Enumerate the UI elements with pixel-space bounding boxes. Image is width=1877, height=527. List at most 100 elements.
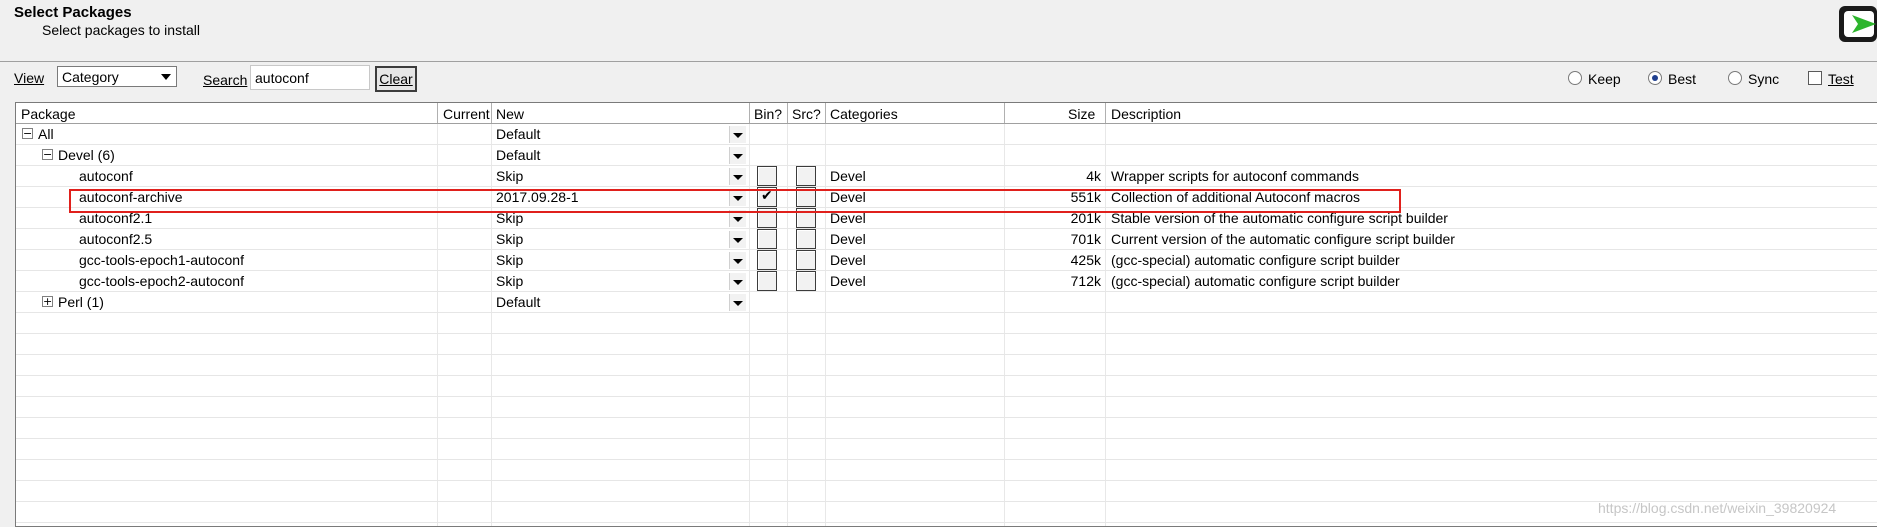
package-size: 712k bbox=[1070, 273, 1101, 289]
package-size: 4k bbox=[1086, 168, 1101, 184]
chevron-down-icon[interactable] bbox=[729, 147, 746, 164]
package-row[interactable]: gcc-tools-epoch2-autoconf Skip Devel 712… bbox=[16, 271, 1877, 292]
package-size: 425k bbox=[1070, 252, 1101, 268]
package-name: gcc-tools-epoch2-autoconf bbox=[79, 273, 244, 289]
column-header-new[interactable]: New bbox=[496, 106, 524, 122]
page-title: Select Packages bbox=[14, 4, 132, 21]
new-version-select[interactable]: Skip bbox=[496, 210, 523, 226]
chevron-down-icon[interactable] bbox=[729, 273, 746, 290]
column-header-current[interactable]: Current bbox=[443, 106, 490, 122]
header-banner: Select Packages Select packages to insta… bbox=[0, 0, 1877, 62]
package-grid: Package Current New Bin? Src? Categories… bbox=[15, 102, 1877, 527]
bin-checkbox[interactable] bbox=[757, 271, 777, 291]
package-row[interactable]: autoconf2.1 Skip Devel 201k Stable versi… bbox=[16, 208, 1877, 229]
package-category: Devel bbox=[830, 210, 866, 226]
src-checkbox[interactable] bbox=[796, 229, 816, 249]
clear-button[interactable]: Clear bbox=[375, 66, 417, 92]
src-checkbox[interactable] bbox=[796, 166, 816, 186]
empty-row bbox=[16, 355, 1877, 376]
src-checkbox[interactable] bbox=[796, 208, 816, 228]
bin-checkbox[interactable] bbox=[757, 250, 777, 270]
column-header-row: Package Current New Bin? Src? Categories… bbox=[16, 103, 1877, 124]
column-header-src[interactable]: Src? bbox=[792, 106, 821, 122]
chevron-down-icon[interactable] bbox=[729, 168, 746, 185]
page-subtitle: Select packages to install bbox=[42, 22, 200, 38]
view-select[interactable]: Category bbox=[57, 66, 177, 87]
new-version-select[interactable]: Default bbox=[496, 126, 540, 142]
tree-row-devel[interactable]: − Devel (6) Default bbox=[16, 145, 1877, 166]
chevron-down-icon[interactable] bbox=[729, 231, 746, 248]
search-label: Search bbox=[203, 72, 248, 88]
tree-row-all[interactable]: − All Default bbox=[16, 124, 1877, 145]
chevron-down-icon bbox=[161, 74, 171, 80]
new-version-select[interactable]: Skip bbox=[496, 168, 523, 184]
package-category: Devel bbox=[830, 189, 866, 205]
column-header-categories[interactable]: Categories bbox=[830, 106, 898, 122]
new-version-select[interactable]: Default bbox=[496, 147, 540, 163]
package-description: Stable version of the automatic configur… bbox=[1111, 210, 1448, 226]
chevron-down-icon[interactable] bbox=[729, 126, 746, 143]
bin-checkbox[interactable] bbox=[757, 208, 777, 228]
test-checkbox[interactable] bbox=[1808, 71, 1822, 85]
empty-row bbox=[16, 460, 1877, 481]
package-name: autoconf2.5 bbox=[79, 231, 153, 247]
view-select-value: Category bbox=[62, 69, 119, 85]
package-row[interactable]: gcc-tools-epoch1-autoconf Skip Devel 425… bbox=[16, 250, 1877, 271]
expand-icon[interactable]: + bbox=[42, 296, 53, 307]
package-size: 551k bbox=[1070, 189, 1101, 205]
src-checkbox[interactable] bbox=[796, 187, 816, 207]
package-description: (gcc-special) automatic configure script… bbox=[1111, 252, 1400, 268]
chevron-down-icon[interactable] bbox=[729, 252, 746, 269]
package-name: gcc-tools-epoch1-autoconf bbox=[79, 252, 244, 268]
column-header-bin[interactable]: Bin? bbox=[754, 106, 782, 122]
empty-row bbox=[16, 439, 1877, 460]
collapse-icon[interactable]: − bbox=[22, 128, 33, 139]
empty-row bbox=[16, 481, 1877, 502]
chevron-down-icon[interactable] bbox=[729, 294, 746, 311]
bin-checkbox-checked[interactable] bbox=[757, 187, 777, 207]
radio-sync-label: Sync bbox=[1748, 71, 1780, 87]
package-description: (gcc-special) automatic configure script… bbox=[1111, 273, 1400, 289]
column-header-description[interactable]: Description bbox=[1111, 106, 1181, 122]
new-version-select[interactable]: Default bbox=[496, 294, 540, 310]
package-category: Devel bbox=[830, 231, 866, 247]
group-label: Perl (1) bbox=[58, 294, 104, 310]
new-version-select[interactable]: 2017.09.28-1 bbox=[496, 189, 579, 205]
package-name: autoconf-archive bbox=[79, 189, 183, 205]
empty-row bbox=[16, 376, 1877, 397]
bin-checkbox[interactable] bbox=[757, 166, 777, 186]
package-size: 701k bbox=[1070, 231, 1101, 247]
src-checkbox[interactable] bbox=[796, 250, 816, 270]
column-header-package[interactable]: Package bbox=[21, 106, 75, 122]
group-label: All bbox=[38, 126, 54, 142]
new-version-select[interactable]: Skip bbox=[496, 252, 523, 268]
radio-keep-label: Keep bbox=[1588, 71, 1621, 87]
new-version-select[interactable]: Skip bbox=[496, 273, 523, 289]
watermark-text: https://blog.csdn.net/weixin_39820924 bbox=[1598, 500, 1837, 516]
package-category: Devel bbox=[830, 273, 866, 289]
test-label: Test bbox=[1828, 71, 1854, 87]
package-row-selected[interactable]: autoconf-archive 2017.09.28-1 Devel 551k… bbox=[16, 187, 1877, 208]
collapse-icon[interactable]: − bbox=[42, 149, 53, 160]
chevron-down-icon[interactable] bbox=[729, 210, 746, 227]
chevron-down-icon[interactable] bbox=[729, 189, 746, 206]
group-label: Devel (6) bbox=[58, 147, 115, 163]
package-row[interactable]: autoconf2.5 Skip Devel 701k Current vers… bbox=[16, 229, 1877, 250]
package-size: 201k bbox=[1070, 210, 1101, 226]
empty-row bbox=[16, 418, 1877, 439]
radio-best-label: Best bbox=[1668, 71, 1697, 87]
column-header-size[interactable]: Size bbox=[1068, 106, 1095, 122]
cygwin-logo-icon bbox=[1839, 6, 1877, 42]
src-checkbox[interactable] bbox=[796, 271, 816, 291]
package-name: autoconf bbox=[79, 168, 133, 184]
radio-circle bbox=[1728, 71, 1742, 85]
tree-row-perl[interactable]: + Perl (1) Default bbox=[16, 292, 1877, 313]
package-category: Devel bbox=[830, 168, 866, 184]
bin-checkbox[interactable] bbox=[757, 229, 777, 249]
empty-row bbox=[16, 334, 1877, 355]
package-row[interactable]: autoconf Skip Devel 4k Wrapper scripts f… bbox=[16, 166, 1877, 187]
new-version-select[interactable]: Skip bbox=[496, 231, 523, 247]
search-input[interactable] bbox=[250, 65, 370, 90]
package-name: autoconf2.1 bbox=[79, 210, 153, 226]
package-description: Current version of the automatic configu… bbox=[1111, 231, 1455, 247]
